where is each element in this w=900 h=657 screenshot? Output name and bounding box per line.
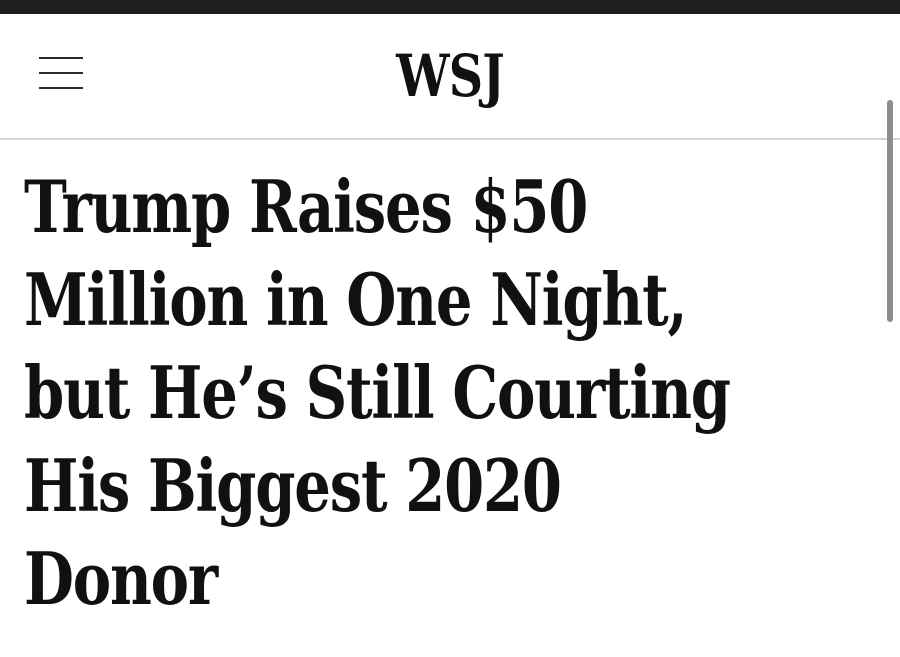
scrollbar[interactable] xyxy=(887,100,893,322)
status-bar-strip xyxy=(0,0,900,14)
headline-line: Donor xyxy=(24,536,218,621)
menu-line-top xyxy=(39,57,83,59)
headline-line: but He’s Still Courting xyxy=(24,350,731,435)
headline-line: Trump Raises $50 xyxy=(24,164,588,249)
page: WSJ Trump Raises $50 Million in One Nigh… xyxy=(0,0,900,657)
header-divider xyxy=(0,138,900,140)
menu-line-bottom xyxy=(39,87,83,89)
headline-line: His Biggest 2020 xyxy=(24,443,562,528)
article-headline: Trump Raises $50 Million in One Night, b… xyxy=(24,160,874,625)
menu-line-middle xyxy=(39,72,83,74)
hamburger-menu-icon[interactable] xyxy=(36,52,88,94)
headline-line: Million in One Night, xyxy=(24,257,688,342)
wsj-logo[interactable]: WSJ xyxy=(376,36,524,116)
